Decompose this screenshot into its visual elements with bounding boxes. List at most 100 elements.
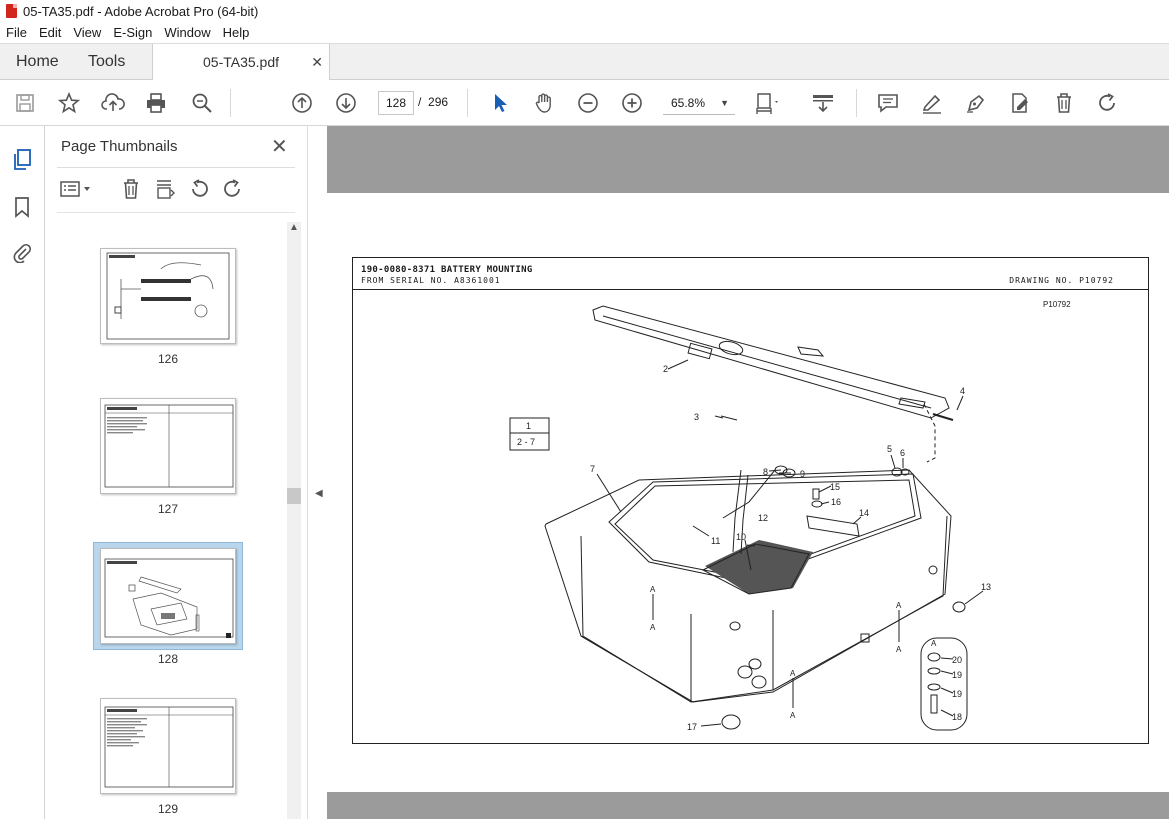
chevron-down-icon: ▼: [720, 98, 729, 108]
battery-mounting-drawing: 2 3 4 5 6 7 8 9 10 11 12 13 14 15 16 17: [509, 305, 991, 732]
thumbnail-label: 129: [157, 802, 179, 816]
section-a-3: A: [896, 601, 902, 610]
thumbnail-label: 126: [157, 352, 179, 366]
zoom-out-icon[interactable]: [576, 91, 600, 115]
edit-pdf-icon[interactable]: [1008, 91, 1032, 115]
callout-9: 9: [800, 469, 805, 479]
page-thumbnail-126[interactable]: [100, 248, 236, 344]
callout-3: 3: [694, 412, 699, 422]
callout-16: 16: [831, 497, 841, 507]
print-icon[interactable]: [144, 91, 168, 115]
hand-tool-icon[interactable]: [532, 91, 556, 115]
thumbnail-options-menu-icon[interactable]: [59, 178, 93, 200]
page-thumbnails-icon[interactable]: [10, 148, 34, 172]
section-a-1: A: [650, 585, 656, 594]
page-thumbnails-panel: Page Thumbnails ✕ ▲ 126 127 128 129: [45, 126, 307, 819]
window-title-bar: 05-TA35.pdf - Adobe Acrobat Pro (64-bit): [0, 0, 1169, 22]
scroll-mode-icon[interactable]: [811, 91, 835, 115]
attachments-paperclip-icon[interactable]: [10, 240, 34, 264]
menu-help[interactable]: Help: [217, 25, 256, 40]
panel-title: Page Thumbnails: [61, 138, 178, 155]
callout-6: 6: [900, 448, 905, 458]
callout-13: 13: [981, 582, 991, 592]
serial-line: FROM SERIAL NO. A8361001: [361, 276, 501, 285]
scrollbar-thumb[interactable]: [287, 488, 301, 504]
highlight-pen-icon[interactable]: [920, 91, 944, 115]
menu-edit[interactable]: Edit: [33, 25, 67, 40]
callout-19a: 19: [952, 670, 962, 680]
callout-5: 5: [887, 444, 892, 454]
pdf-page: 190-0080-8371 BATTERY MOUNTING FROM SERI…: [327, 193, 1169, 792]
rotate-right-icon[interactable]: [222, 178, 244, 200]
page-thumbnail-129[interactable]: [100, 698, 236, 794]
zoom-in-icon[interactable]: [620, 91, 644, 115]
bookmark-star-icon[interactable]: [57, 91, 81, 115]
rotate-left-icon[interactable]: [188, 178, 210, 200]
previous-page-icon[interactable]: [290, 91, 314, 115]
document-viewer[interactable]: 190-0080-8371 BATTERY MOUNTING FROM SERI…: [327, 126, 1169, 819]
section-a-5: A: [790, 669, 796, 678]
callout-4: 4: [960, 386, 965, 396]
callout-2: 2: [663, 364, 668, 374]
thumbnail-label: 128: [157, 652, 179, 666]
thumbnail-label: 127: [157, 502, 179, 516]
section-a-6: A: [790, 711, 796, 720]
page-number-input[interactable]: 128: [378, 91, 414, 115]
page-fit-icon[interactable]: [754, 91, 778, 115]
drawing-header: 190-0080-8371 BATTERY MOUNTING FROM SERI…: [353, 258, 1148, 290]
collapse-panel-arrow-icon[interactable]: ◀: [315, 488, 323, 499]
zoom-level-select[interactable]: 65.8% ▼: [663, 91, 735, 115]
save-icon[interactable]: [13, 91, 37, 115]
drawing-number-line: DRAWING NO. P10792: [1009, 276, 1114, 285]
section-a-2: A: [650, 623, 656, 632]
section-a-4: A: [896, 645, 902, 654]
next-page-icon[interactable]: [334, 91, 358, 115]
select-cursor-icon[interactable]: [488, 91, 512, 115]
upload-cloud-icon[interactable]: [101, 91, 125, 115]
section-a-detail: A: [931, 639, 937, 648]
callout-11: 11: [711, 536, 720, 546]
window-title: 05-TA35.pdf - Adobe Acrobat Pro (64-bit): [23, 3, 259, 19]
tab-home[interactable]: Home: [16, 44, 59, 80]
tab-tools[interactable]: Tools: [88, 44, 125, 80]
rotate-redo-icon[interactable]: [1096, 91, 1120, 115]
tab-document-label: 05-TA35.pdf: [203, 54, 280, 70]
callout-12: 12: [758, 513, 768, 523]
page-thumbnail-127[interactable]: [100, 398, 236, 494]
page-fit-icon[interactable]: [154, 178, 176, 200]
panel-splitter[interactable]: ◀: [307, 126, 327, 819]
close-panel-icon[interactable]: ✕: [271, 134, 288, 159]
comment-icon[interactable]: [876, 91, 900, 115]
page-count: / 296: [418, 95, 449, 109]
ref-box-item: 1: [526, 421, 531, 431]
callout-8: 8: [763, 467, 768, 477]
callout-7: 7: [590, 464, 595, 474]
tab-document[interactable]: 05-TA35.pdf ✕: [152, 44, 330, 81]
left-navigation-rail: [0, 126, 45, 819]
delete-trash-icon[interactable]: [1052, 91, 1076, 115]
menu-view[interactable]: View: [67, 25, 107, 40]
ref-box-range: 2 - 7: [517, 437, 535, 447]
zoom-search-icon[interactable]: [190, 91, 214, 115]
callout-19b: 19: [952, 689, 962, 699]
page-thumbnail-128[interactable]: [100, 548, 236, 644]
sign-pen-icon[interactable]: [964, 91, 988, 115]
menu-bar: File Edit View E-Sign Window Help: [0, 22, 1169, 43]
thumbnails-scrollbar[interactable]: ▲: [287, 222, 301, 819]
pdf-file-icon: [6, 4, 17, 18]
close-tab-icon[interactable]: ✕: [311, 44, 323, 80]
bookmarks-icon[interactable]: [10, 195, 34, 219]
main-toolbar: 128 / 296 65.8% ▼: [0, 80, 1169, 126]
drawing-title: 190-0080-8371 BATTERY MOUNTING: [361, 265, 533, 275]
delete-page-icon[interactable]: [120, 178, 142, 200]
menu-esign[interactable]: E-Sign: [107, 25, 158, 40]
callout-15: 15: [830, 482, 840, 492]
scroll-up-arrow-icon[interactable]: ▲: [289, 222, 299, 233]
callout-14: 14: [859, 508, 869, 518]
menu-file[interactable]: File: [0, 25, 33, 40]
drawing-frame: 190-0080-8371 BATTERY MOUNTING FROM SERI…: [352, 257, 1149, 744]
callout-10: 10: [736, 532, 746, 542]
tab-bar: Home Tools 05-TA35.pdf ✕: [0, 43, 1169, 81]
callout-18: 18: [952, 712, 962, 722]
menu-window[interactable]: Window: [158, 25, 216, 40]
